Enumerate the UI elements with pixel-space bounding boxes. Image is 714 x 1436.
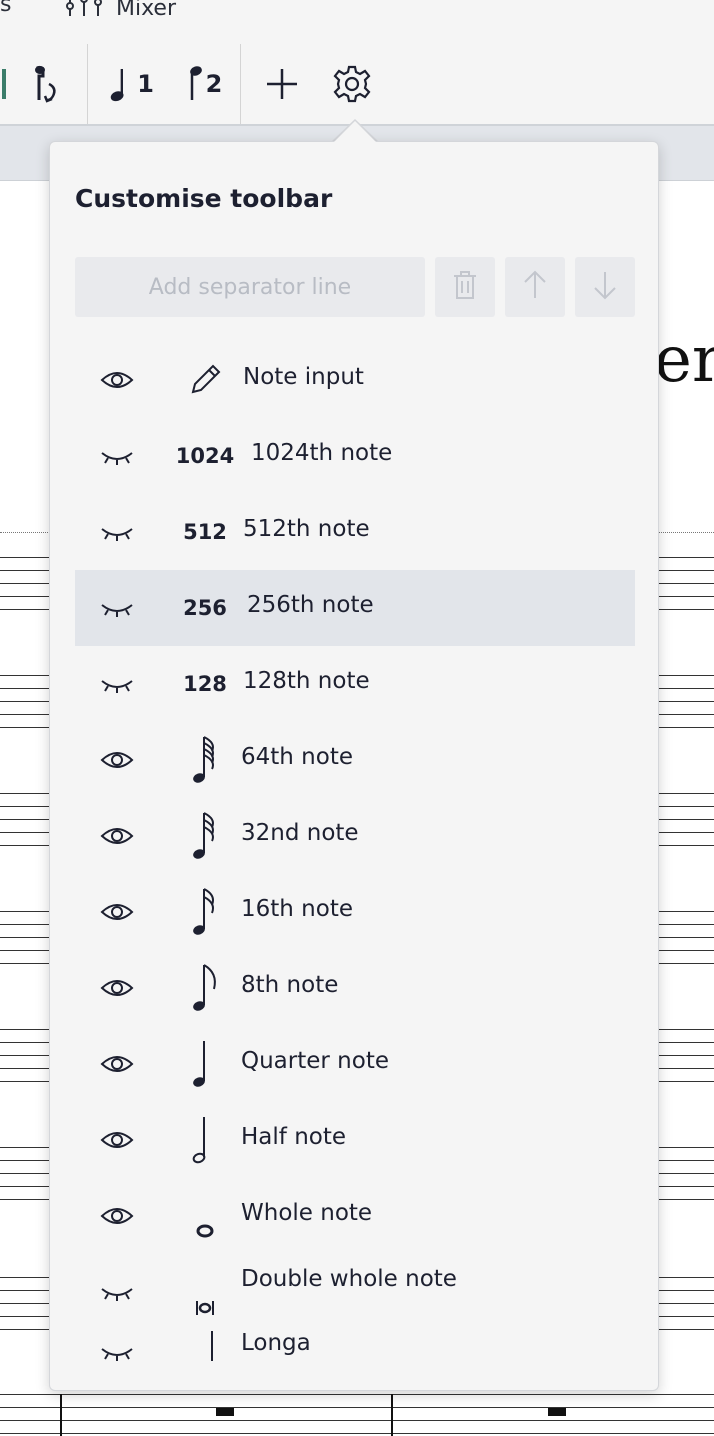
list-item[interactable]: 1024 1024th note <box>75 418 635 494</box>
customise-toolbar-popup: Customise toolbar Add separator line Not… <box>49 141 659 1391</box>
toolbar-items-list: Note input 1024 1024th note 512 512th no… <box>75 342 635 1390</box>
eye-open-icon[interactable] <box>99 1202 135 1230</box>
barline <box>391 1394 393 1436</box>
list-item[interactable]: Half note <box>75 1102 635 1178</box>
voice-1-label: 1 <box>137 70 154 98</box>
delete-button[interactable] <box>435 257 495 317</box>
whole-rest <box>216 1408 234 1416</box>
list-item[interactable]: 64th note <box>75 722 635 798</box>
item-label: 16th note <box>241 896 353 922</box>
popup-arrow-inner <box>333 121 377 143</box>
item-label: 64th note <box>241 744 353 770</box>
staff-line <box>0 1433 714 1434</box>
eye-open-icon[interactable] <box>99 822 135 850</box>
8th-note-icon <box>175 960 235 1016</box>
eye-closed-icon[interactable] <box>99 670 135 698</box>
eye-open-icon[interactable] <box>99 746 135 774</box>
staff-line <box>0 1394 714 1395</box>
half-note-icon <box>175 1112 235 1168</box>
whole-rest <box>548 1408 566 1416</box>
32nd-note-icon <box>175 808 235 864</box>
toolbar-separator <box>240 44 241 124</box>
duration-1024-icon: 1024 <box>175 444 235 468</box>
double-whole-note-icon <box>175 1264 235 1320</box>
list-item[interactable]: 128 128th note <box>75 646 635 722</box>
eye-closed-icon[interactable] <box>99 442 135 470</box>
item-label: 1024th note <box>251 440 393 466</box>
arrow-down-icon <box>593 270 617 304</box>
list-item[interactable]: Whole note <box>75 1178 635 1254</box>
staff-line <box>0 1420 714 1421</box>
16th-note-icon <box>175 884 235 940</box>
item-label: Whole note <box>241 1200 373 1226</box>
mixer-tab[interactable]: Mixer <box>64 0 176 24</box>
menu-fragment[interactable]: s <box>0 0 11 17</box>
duration-128-icon: 128 <box>183 672 227 696</box>
item-label: Note input <box>243 364 364 390</box>
arrow-up-icon <box>523 270 547 304</box>
eye-closed-icon[interactable] <box>99 1278 135 1306</box>
toolbar-edge-indicator <box>0 60 8 108</box>
voice-1-icon[interactable]: 1 <box>104 60 154 108</box>
eye-closed-icon[interactable] <box>99 594 135 622</box>
item-label: Longa <box>241 1330 311 1356</box>
list-item[interactable]: Note input <box>75 342 635 418</box>
list-item[interactable]: Quarter note <box>75 1026 635 1102</box>
staff-line <box>0 1407 714 1408</box>
voice-2-icon[interactable]: 2 <box>176 60 226 108</box>
list-item-selected[interactable]: 256 256th note <box>75 570 635 646</box>
64th-note-icon <box>175 732 235 788</box>
move-down-button[interactable] <box>575 257 635 317</box>
item-label: 32nd note <box>241 820 359 846</box>
list-item[interactable]: Double whole note <box>75 1254 635 1330</box>
add-icon[interactable] <box>258 60 306 108</box>
eye-closed-icon[interactable] <box>99 518 135 546</box>
list-item[interactable]: 16th note <box>75 874 635 950</box>
quarter-note-icon <box>175 1036 235 1092</box>
item-label: Double whole note <box>241 1266 457 1292</box>
pencil-icon <box>175 352 235 408</box>
eye-open-icon[interactable] <box>99 1126 135 1154</box>
top-menu-bar: s Mixer <box>0 0 714 45</box>
eye-closed-icon[interactable] <box>99 1338 135 1366</box>
eye-open-icon[interactable] <box>99 898 135 926</box>
duration-256-icon: 256 <box>183 596 227 620</box>
mixer-icon <box>64 0 104 24</box>
item-label: Half note <box>241 1124 347 1150</box>
gear-icon[interactable] <box>328 60 376 108</box>
eye-open-icon[interactable] <box>99 366 135 394</box>
item-label: 256th note <box>247 592 374 618</box>
trash-icon <box>452 270 478 304</box>
barline <box>60 1394 62 1436</box>
item-label: Quarter note <box>241 1048 389 1074</box>
list-item[interactable]: 8th note <box>75 950 635 1026</box>
item-label: 8th note <box>241 972 339 998</box>
item-label: 512th note <box>243 516 370 542</box>
voice-2-label: 2 <box>205 70 223 98</box>
eye-open-icon[interactable] <box>99 974 135 1002</box>
longa-icon <box>175 1320 235 1376</box>
move-up-button[interactable] <box>505 257 565 317</box>
popup-actions: Add separator line <box>75 257 635 317</box>
note-input-toolbar: 1 2 <box>0 44 714 126</box>
item-label: 128th note <box>243 668 370 694</box>
eye-open-icon[interactable] <box>99 1050 135 1078</box>
list-item[interactable]: 512 512th note <box>75 494 635 570</box>
duration-512-icon: 512 <box>183 520 227 544</box>
toolbar-separator <box>87 44 88 124</box>
list-item[interactable]: 32nd note <box>75 798 635 874</box>
mixer-label: Mixer <box>116 0 177 21</box>
add-separator-button[interactable]: Add separator line <box>75 257 425 317</box>
score-title-fragment: er <box>654 323 714 397</box>
whole-note-icon <box>175 1188 235 1244</box>
popup-title: Customise toolbar <box>75 184 333 213</box>
flip-direction-icon[interactable] <box>22 60 72 108</box>
list-item[interactable]: Longa <box>75 1330 635 1390</box>
